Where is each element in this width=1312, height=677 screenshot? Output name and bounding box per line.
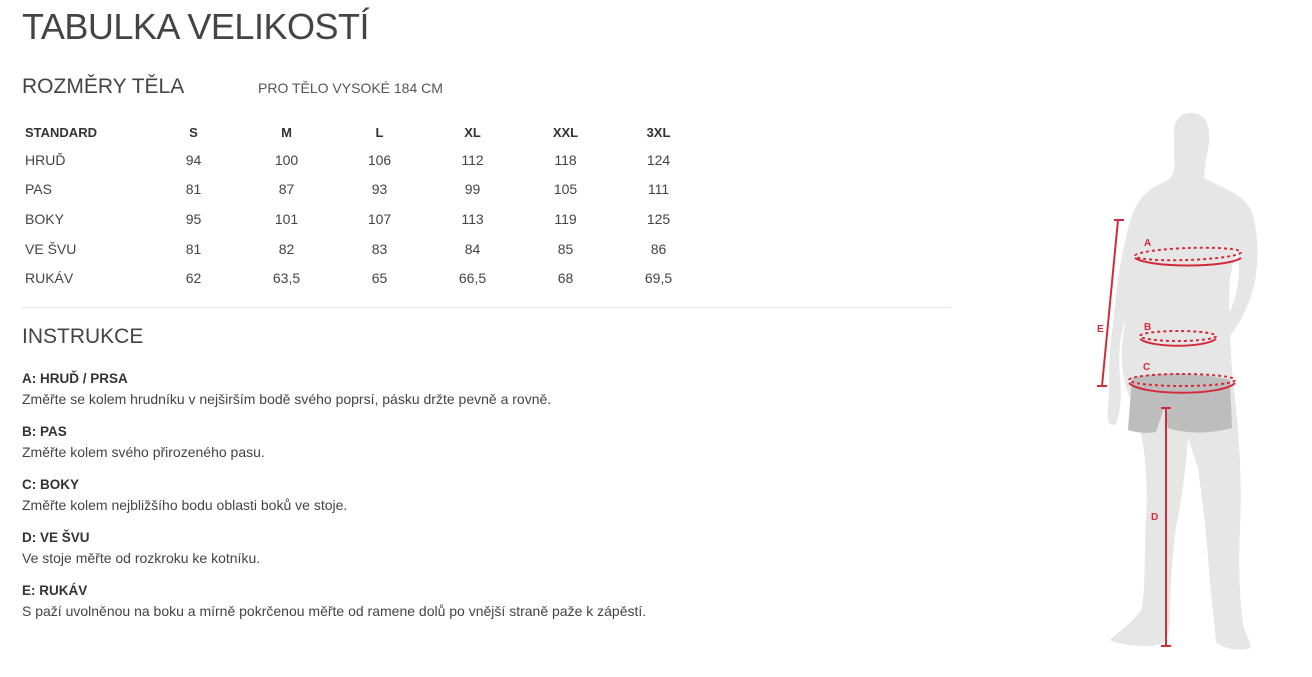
instruction-item: C: BOKY Změřte kolem nejbližšího bodu ob… xyxy=(22,476,922,516)
instruction-item: E: RUKÁV S paží uvolněnou na boku a mírn… xyxy=(22,582,922,622)
table-cell: 94 xyxy=(185,151,202,168)
instruction-item: D: VE ŠVU Ve stoje měřte od rozkroku ke … xyxy=(22,529,922,569)
instruction-text: Změřte kolem nejbližšího bodu oblasti bo… xyxy=(22,497,348,513)
instruction-heading: A: HRUĎ / PRSA xyxy=(22,371,128,386)
table-cell: 84 xyxy=(464,240,481,257)
table-cell: 95 xyxy=(185,210,202,227)
table-cell: 113 xyxy=(461,210,484,227)
table-cell: 81 xyxy=(185,181,202,198)
row-label: VE ŠVU xyxy=(25,240,77,257)
instruction-text: Změřte kolem svého přirozeného pasu. xyxy=(22,444,265,460)
row-label: PAS xyxy=(25,181,52,198)
size-table-header-row: STANDARD S M L XL XXL 3XL xyxy=(22,119,705,145)
body-figure-illustration: A B C D E xyxy=(1097,112,1258,650)
figure-label-c: C xyxy=(1143,362,1150,373)
row-label: BOKY xyxy=(25,210,64,227)
size-table: STANDARD S M L XL XXL 3XL HRUĎ 94 100 10… xyxy=(22,119,705,293)
table-row: BOKY 95 101 107 113 119 125 xyxy=(22,204,705,234)
table-cell: 93 xyxy=(371,181,388,198)
instruction-heading: B: PAS xyxy=(22,424,67,439)
instructions-list: A: HRUĎ / PRSA Změřte se kolem hrudníku … xyxy=(22,370,922,635)
table-cell: 124 xyxy=(646,151,671,168)
figure-label-e: E xyxy=(1097,324,1104,335)
instruction-text: Ve stoje měřte od rozkroku ke kotníku. xyxy=(22,550,261,566)
table-cell: 125 xyxy=(646,210,671,227)
instruction-text: S paží uvolněnou na boku a mírně pokrčen… xyxy=(22,603,647,619)
table-cell: 65 xyxy=(371,270,388,287)
table-cell: 81 xyxy=(185,240,202,257)
table-row: HRUĎ 94 100 106 112 118 124 xyxy=(22,145,705,175)
instruction-item: A: HRUĎ / PRSA Změřte se kolem hrudníku … xyxy=(22,370,922,410)
instruction-text: Změřte se kolem hrudníku v nejširším bod… xyxy=(22,391,552,407)
table-row: PAS 81 87 93 99 105 111 xyxy=(22,175,705,205)
column-header-xl: XL xyxy=(464,124,481,140)
body-measurement-figure: A B C D E xyxy=(1090,108,1312,672)
column-header-s: S xyxy=(189,124,198,140)
table-cell: 105 xyxy=(553,181,578,198)
table-cell: 66,5 xyxy=(458,270,487,287)
table-cell: 63,5 xyxy=(272,270,301,287)
table-cell: 107 xyxy=(367,210,392,227)
figure-label-d: D xyxy=(1151,512,1158,523)
figure-label-b: B xyxy=(1144,322,1151,333)
instruction-heading: C: BOKY xyxy=(22,477,79,492)
instruction-heading: D: VE ŠVU xyxy=(22,530,90,545)
shorts-shape xyxy=(1128,373,1232,433)
table-cell: 118 xyxy=(554,151,577,168)
column-header-m: M xyxy=(281,124,292,140)
figure-label-a: A xyxy=(1144,238,1151,249)
table-cell: 99 xyxy=(464,181,481,198)
table-cell: 86 xyxy=(650,240,667,257)
table-cell: 111 xyxy=(647,181,670,198)
row-label: RUKÁV xyxy=(25,270,74,287)
section-divider xyxy=(22,307,951,308)
table-cell: 85 xyxy=(557,240,574,257)
body-measurements-title: ROZMĚRY TĚLA xyxy=(22,75,185,98)
table-cell: 112 xyxy=(461,151,484,168)
column-header-3xl: 3XL xyxy=(646,124,671,140)
instruction-item: B: PAS Změřte kolem svého přirozeného pa… xyxy=(22,423,922,463)
instructions-title: INSTRUKCE xyxy=(22,325,144,348)
row-label: HRUĎ xyxy=(25,151,66,168)
page-title: TABULKA VELIKOSTÍ xyxy=(22,6,369,47)
table-cell: 101 xyxy=(274,210,299,227)
column-header-l: L xyxy=(375,124,384,140)
table-cell: 106 xyxy=(367,151,392,168)
instruction-heading: E: RUKÁV xyxy=(22,583,88,598)
table-cell: 100 xyxy=(274,151,299,168)
column-header-standard: STANDARD xyxy=(25,124,97,140)
table-cell: 119 xyxy=(554,210,577,227)
column-header-xxl: XXL xyxy=(552,124,579,140)
table-cell: 68 xyxy=(557,270,574,287)
table-cell: 62 xyxy=(185,270,202,287)
table-row: VE ŠVU 81 82 83 84 85 86 xyxy=(22,234,705,264)
table-cell: 82 xyxy=(278,240,295,257)
table-row: RUKÁV 62 63,5 65 66,5 68 69,5 xyxy=(22,263,705,293)
table-cell: 83 xyxy=(371,240,388,257)
table-cell: 69,5 xyxy=(644,270,673,287)
table-cell: 87 xyxy=(278,181,295,198)
body-height-note: PRO TĚLO VYSOKÉ 184 CM xyxy=(258,80,443,96)
